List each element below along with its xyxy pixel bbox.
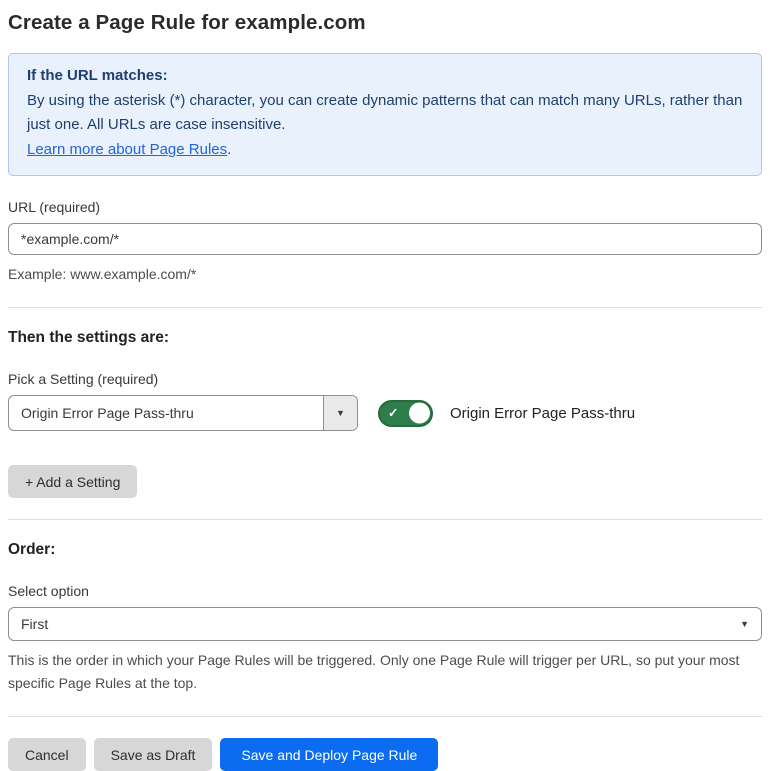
divider — [8, 716, 762, 717]
order-helper-text: This is the order in which your Page Rul… — [8, 652, 740, 691]
page-rule-form: Create a Page Rule for example.com If th… — [0, 0, 770, 771]
toggle-wrap: ✓ Origin Error Page Pass-thru — [378, 399, 636, 427]
toggle-knob — [409, 402, 430, 424]
chevron-down-icon: ▼ — [336, 408, 345, 418]
order-select[interactable]: First ▼ — [8, 607, 762, 641]
add-setting-button[interactable]: + Add a Setting — [8, 465, 138, 498]
setting-row: Origin Error Page Pass-thru ▼ ✓ Origin E… — [8, 395, 762, 431]
footer-actions: Cancel Save as Draft Save and Deploy Pag… — [8, 738, 762, 771]
save-deploy-button[interactable]: Save and Deploy Page Rule — [220, 738, 439, 771]
link-suffix: . — [227, 140, 232, 158]
save-draft-button[interactable]: Save as Draft — [93, 738, 213, 771]
check-icon: ✓ — [388, 405, 399, 420]
info-box-body: By using the asterisk (*) character, you… — [27, 91, 743, 134]
order-select-label: Select option — [8, 583, 89, 599]
order-section-heading: Order: — [8, 541, 56, 558]
setting-select-caret-button[interactable]: ▼ — [323, 396, 357, 430]
info-box-heading: If the URL matches: — [27, 67, 168, 84]
cancel-button[interactable]: Cancel — [8, 738, 86, 771]
setting-select[interactable]: Origin Error Page Pass-thru ▼ — [8, 395, 358, 431]
origin-error-toggle[interactable]: ✓ — [378, 399, 433, 427]
url-field-label: URL (required) — [8, 199, 101, 215]
learn-more-link[interactable]: Learn more about Page Rules — [27, 141, 227, 158]
url-match-info-box: If the URL matches: By using the asteris… — [8, 53, 762, 176]
settings-section-heading: Then the settings are: — [8, 329, 170, 346]
toggle-label: Origin Error Page Pass-thru — [450, 404, 636, 422]
order-select-value: First — [21, 616, 49, 632]
setting-select-value: Origin Error Page Pass-thru — [21, 405, 194, 421]
url-input[interactable] — [8, 223, 762, 255]
info-box-link-line: Learn more about Page Rules. — [27, 138, 743, 163]
url-example-helper: Example: www.example.com/* — [8, 266, 197, 282]
divider — [8, 519, 762, 520]
page-title: Create a Page Rule for example.com — [8, 11, 366, 34]
divider — [8, 307, 762, 308]
chevron-down-icon: ▼ — [740, 619, 749, 629]
pick-setting-label: Pick a Setting (required) — [8, 371, 159, 387]
